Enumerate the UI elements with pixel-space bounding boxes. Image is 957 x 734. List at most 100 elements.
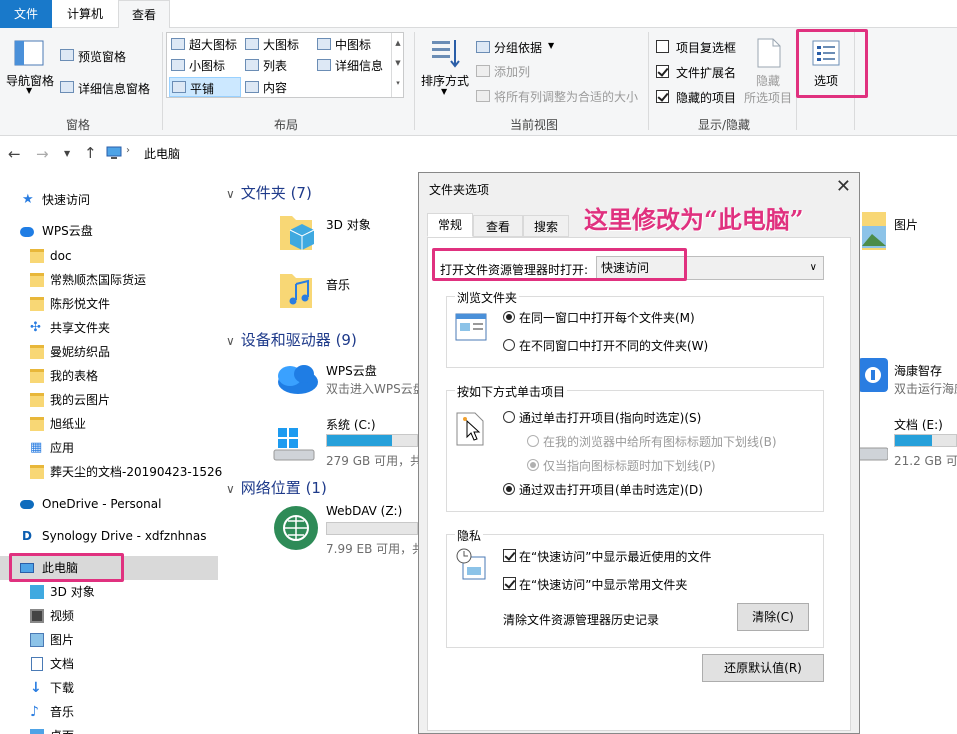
- underline-browser-radio[interactable]: [527, 435, 539, 447]
- frequent-folders-label[interactable]: 在“快速访问”中显示常用文件夹: [519, 576, 687, 593]
- group-legend: 浏览文件夹: [455, 289, 520, 306]
- sidebar-item-folder[interactable]: 常熟顺杰国际货运: [0, 268, 218, 292]
- tab-file[interactable]: 文件: [0, 0, 52, 28]
- sidebar-item-folder[interactable]: 我的云图片: [0, 388, 218, 412]
- section-network-header[interactable]: ∨ 网络位置 (1): [226, 477, 327, 498]
- device-wps-cloud[interactable]: WPS云盘 双击进入WPS云盘: [272, 360, 425, 404]
- hidden-items-checkbox[interactable]: [656, 90, 669, 103]
- double-click-label[interactable]: 通过双击打开项目(单击时选定)(D): [519, 481, 703, 498]
- file-extensions-toggle[interactable]: 文件扩展名: [654, 64, 744, 82]
- sidebar-item-folder[interactable]: 旭纸业: [0, 412, 218, 436]
- layout-medium[interactable]: 中图标: [317, 35, 389, 53]
- click-cursor-icon: [456, 412, 484, 446]
- nav-pane-button[interactable]: 导航窗格 ▼: [4, 36, 54, 106]
- sidebar-item-wps-cloud[interactable]: WPS云盘: [0, 219, 218, 243]
- back-arrow-icon[interactable]: ←: [8, 145, 21, 163]
- layout-small[interactable]: 小图标: [171, 56, 243, 74]
- layout-content[interactable]: 内容: [245, 78, 317, 96]
- layout-medium-label: 中图标: [335, 38, 372, 52]
- tab-view[interactable]: 查看: [118, 0, 170, 29]
- section-devices-header[interactable]: ∨ 设备和驱动器 (9): [226, 329, 357, 350]
- sidebar-item-pictures[interactable]: 图片: [0, 628, 218, 652]
- sidebar-item-folder[interactable]: 葬天尘的文档-20190423-1526: [0, 460, 222, 484]
- layout-list[interactable]: 列表: [245, 56, 317, 74]
- sidebar-item-music[interactable]: ♪ 音乐: [0, 700, 218, 724]
- breadcrumb-this-pc[interactable]: 此电脑: [144, 145, 180, 162]
- hidden-items-toggle[interactable]: 隐藏的项目: [654, 89, 744, 107]
- sidebar-item-label: 文档: [50, 657, 75, 671]
- browse-folders-group: 浏览文件夹 在同一窗口中打开每个文件夹(M) 在不同窗口中打开不同的文件夹(W): [446, 289, 824, 368]
- group-by-button[interactable]: 分组依据 ▼: [476, 38, 566, 56]
- device-hikvision[interactable]: 海康智存 双击运行海康: [858, 358, 957, 402]
- double-click-radio[interactable]: [503, 483, 515, 495]
- tab-general[interactable]: 常规: [427, 213, 473, 237]
- sidebar-item-shared[interactable]: ✣ 共享文件夹: [0, 316, 218, 340]
- size-all-columns-button[interactable]: 将所有列调整为合适的大小: [476, 87, 642, 105]
- gallery-scrollbar[interactable]: ▲ ▼ ▾: [391, 33, 404, 97]
- frequent-folders-checkbox[interactable]: [503, 577, 516, 590]
- preview-pane-button[interactable]: 预览窗格: [60, 46, 160, 64]
- onedrive-icon: [20, 500, 34, 509]
- folder-item-3d-objects[interactable]: 3D 对象: [276, 210, 416, 262]
- tab-computer[interactable]: 计算机: [56, 0, 114, 28]
- sidebar-item-onedrive[interactable]: OneDrive - Personal: [0, 492, 218, 516]
- clear-history-button[interactable]: 清除(C): [737, 603, 809, 631]
- folder-item-pictures[interactable]: 图片: [862, 210, 957, 262]
- file-extensions-checkbox[interactable]: [656, 65, 669, 78]
- sidebar-item-synology[interactable]: D Synology Drive - xdfznhnas: [0, 524, 218, 548]
- layout-tiles[interactable]: 平铺: [169, 77, 241, 97]
- same-window-radio[interactable]: [503, 311, 515, 323]
- close-icon[interactable]: ✕: [836, 176, 851, 197]
- new-window-radio[interactable]: [503, 339, 515, 351]
- device-description: 双击运行海康: [894, 382, 957, 396]
- sort-by-button[interactable]: 排序方式 ▼: [418, 36, 472, 106]
- sidebar-item-desktop[interactable]: 桌面: [0, 724, 218, 734]
- sidebar-item-quick-access[interactable]: ★ 快速访问: [0, 188, 218, 212]
- drive-e[interactable]: 文档 (E:) 21.2 GB 可用: [858, 414, 957, 470]
- underline-browser-label[interactable]: 在我的浏览器中给所有图标标题加下划线(B): [543, 433, 777, 450]
- add-columns-button[interactable]: 添加列: [476, 62, 566, 80]
- drive-webdav[interactable]: WebDAV (Z:) 7.99 EB 可用，共: [272, 502, 424, 558]
- new-window-label[interactable]: 在不同窗口中打开不同的文件夹(W): [519, 337, 708, 354]
- up-arrow-icon[interactable]: ↑: [84, 144, 97, 162]
- chevron-down-icon: ▼: [26, 86, 33, 95]
- sidebar-item-folder[interactable]: 我的表格: [0, 364, 218, 388]
- details-pane-button[interactable]: 详细信息窗格: [60, 78, 160, 96]
- tab-search[interactable]: 搜索: [523, 215, 569, 237]
- general-tab-panel: 打开文件资源管理器时打开: 快速访问 ∨ 浏览文件夹 在同一窗口中打开每个文件夹…: [427, 237, 851, 731]
- cloud-icon: [20, 227, 34, 237]
- layout-large[interactable]: 大图标: [245, 35, 317, 53]
- item-checkboxes-toggle[interactable]: 项目复选框: [654, 39, 744, 57]
- single-click-radio[interactable]: [503, 411, 515, 423]
- single-click-label[interactable]: 通过单击打开项目(指向时选定)(S): [519, 409, 701, 426]
- same-window-label[interactable]: 在同一窗口中打开每个文件夹(M): [519, 309, 695, 326]
- music-folder-icon: [280, 274, 312, 308]
- sidebar-item-folder[interactable]: doc: [0, 244, 218, 268]
- layout-large-label: 大图标: [263, 38, 300, 52]
- drive-c[interactable]: 系统 (C:) 279 GB 可用，共: [272, 414, 422, 470]
- highlight-this-pc: [9, 553, 124, 582]
- layout-extra-large[interactable]: 超大图标: [171, 35, 243, 53]
- nav-pane-icon: [14, 40, 44, 66]
- recent-files-checkbox[interactable]: [503, 549, 516, 562]
- tab-view[interactable]: 查看: [473, 215, 523, 237]
- hide-selected-button[interactable]: 隐藏 所选项目: [744, 36, 796, 106]
- underline-point-label[interactable]: 仅当指向图标标题时加下划线(P): [543, 457, 716, 474]
- layout-details[interactable]: 详细信息: [317, 56, 397, 74]
- sidebar-item-3d-objects[interactable]: 3D 对象: [0, 580, 218, 604]
- recent-files-label[interactable]: 在“快速访问”中显示最近使用的文件: [519, 548, 711, 565]
- sidebar-item-videos[interactable]: 视频: [0, 604, 218, 628]
- sidebar-item-folder[interactable]: 曼妮纺织品: [0, 340, 218, 364]
- sidebar-item-documents[interactable]: 文档: [0, 652, 218, 676]
- drive-name: 文档 (E:): [894, 418, 943, 432]
- history-chevron-icon[interactable]: ▼: [64, 149, 70, 158]
- restore-defaults-button[interactable]: 还原默认值(R): [702, 654, 824, 682]
- sidebar-item-apps[interactable]: ▦ 应用: [0, 436, 218, 460]
- forward-arrow-icon[interactable]: →: [36, 145, 49, 163]
- underline-point-radio[interactable]: [527, 459, 539, 471]
- sidebar-item-downloads[interactable]: ↓ 下载: [0, 676, 218, 700]
- folder-item-music[interactable]: 音乐: [276, 268, 416, 320]
- item-checkboxes-checkbox[interactable]: [656, 40, 669, 53]
- section-folders-header[interactable]: ∨ 文件夹 (7): [226, 182, 312, 203]
- sidebar-item-folder[interactable]: 陈彤悦文件: [0, 292, 218, 316]
